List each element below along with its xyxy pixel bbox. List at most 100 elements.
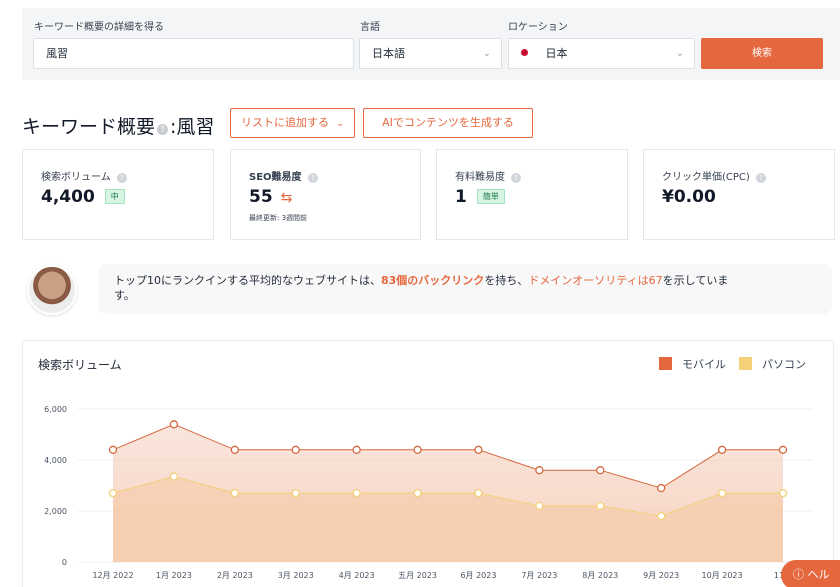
data-point-desktop: [657, 511, 666, 521]
search-volume-label-text: 検索ボリューム: [41, 172, 111, 183]
data-point-desktop: [413, 488, 422, 498]
search-volume-value: 4,400: [41, 187, 95, 207]
y-tick-label: 0: [62, 558, 67, 567]
page-title: キーワード概要?:風習: [22, 112, 214, 139]
search-button[interactable]: 検索: [701, 38, 823, 69]
language-select-value: 日本語: [372, 47, 405, 60]
chevron-down-icon: ⌄: [675, 48, 684, 59]
keyword-search-panel: キーワード概要の詳細を得る 言語 ロケーション 風習 日本語 ⌄ 日本 ⌄ 検索: [22, 8, 840, 80]
help-button[interactable]: ⓘ ヘル: [781, 560, 840, 587]
data-point-desktop: [352, 488, 361, 498]
data-point-mobile: [108, 445, 118, 454]
cpc-label: クリック単価(CPC)?: [662, 168, 766, 183]
y-tick-label: 2,000: [44, 507, 67, 516]
help-icon[interactable]: ?: [157, 124, 169, 135]
location-select[interactable]: 日本 ⌄: [508, 38, 695, 69]
data-point-mobile: [291, 445, 300, 454]
data-point-mobile: [413, 445, 422, 454]
keyword-input[interactable]: 風習: [33, 38, 354, 69]
data-point-desktop: [535, 501, 544, 511]
seo-difficulty-label-text: SEO難易度: [249, 172, 302, 183]
location-label: ロケーション: [508, 22, 568, 33]
page-title-keyword: 風習: [176, 116, 215, 138]
keyword-input-value: 風習: [46, 47, 68, 60]
x-tick-label: 2月 2023: [217, 571, 253, 580]
japan-flag-icon: [521, 49, 528, 56]
x-tick-label: 9月 2023: [643, 571, 679, 580]
x-tick-label: 7月 2023: [521, 571, 557, 580]
y-tick-label: 6,000: [44, 405, 67, 414]
search-volume-card: 検索ボリューム? 4,400 中: [22, 149, 214, 240]
data-point-desktop: [230, 488, 239, 498]
data-point-desktop: [291, 488, 300, 498]
help-icon[interactable]: ?: [116, 173, 127, 183]
x-tick-label: 4月 2023: [339, 571, 375, 580]
x-tick-label: 6月 2023: [460, 571, 496, 580]
data-point-desktop: [778, 488, 788, 498]
paid-difficulty-value: 1: [455, 187, 467, 207]
data-point-desktop: [596, 501, 605, 511]
backlinks-link[interactable]: 83個のバックリンク: [381, 274, 484, 287]
x-tick-label: 3月 2023: [278, 571, 314, 580]
x-tick-label: 8月 2023: [582, 571, 618, 580]
domain-authority-link[interactable]: ドメインオーソリティは67: [528, 274, 662, 287]
search-volume-chart: 0 2,000 4,000 6,000 12月 2022 1月 2023 2月 2023 3月…: [44, 405, 813, 580]
insight-text-2: を持ち、: [484, 274, 529, 287]
insight-message: トップ10にランクインする平均的なウェブサイトは、83個のバックリンクを持ち、ド…: [98, 264, 832, 314]
help-icon[interactable]: ?: [511, 173, 521, 183]
status-badge: 中: [104, 189, 125, 204]
language-select[interactable]: 日本語 ⌄: [359, 38, 502, 69]
insight-text-3: を示していま: [662, 274, 729, 287]
status-badge: 簡単: [476, 189, 505, 204]
cpc-label-text: クリック単価(CPC): [662, 172, 750, 183]
chevron-down-icon: ⌄: [336, 119, 345, 129]
help-icon[interactable]: ?: [755, 173, 766, 183]
seo-difficulty-card: SEO難易度? 55 ⇆ 最終更新: 3週間前: [230, 149, 421, 240]
last-updated-text: 最終更新: 3週間前: [249, 214, 308, 222]
data-point-mobile: [535, 466, 544, 475]
avatar: [27, 265, 77, 315]
data-point-mobile: [352, 445, 361, 454]
x-tick-label: 12月 2022: [92, 571, 133, 580]
page-title-prefix: キーワード概要: [22, 116, 156, 138]
question-icon: ⓘ: [793, 568, 804, 581]
paid-difficulty-label-text: 有料難易度: [455, 172, 505, 183]
data-point-mobile: [474, 445, 483, 454]
insight-text-4: す。: [114, 289, 135, 302]
data-point-mobile: [657, 483, 666, 493]
search-volume-value-row: 4,400 中: [41, 187, 125, 207]
data-point-mobile: [169, 420, 179, 429]
data-point-mobile: [596, 466, 605, 475]
insight-text-1: トップ10にランクインする平均的なウェブサイトは、: [114, 274, 381, 287]
cpc-value: ¥0.00: [662, 187, 716, 207]
help-button-label: ヘル: [807, 568, 830, 581]
keyword-label: キーワード概要の詳細を得る: [34, 22, 164, 33]
refresh-icon[interactable]: ⇆: [281, 190, 293, 206]
data-point-desktop: [717, 488, 727, 498]
location-select-value: 日本: [545, 47, 568, 60]
search-volume-label: 検索ボリューム?: [41, 168, 127, 183]
data-point-mobile: [778, 445, 788, 454]
cpc-card: クリック単価(CPC)? ¥0.00: [643, 149, 835, 240]
seo-difficulty-value-row: 55 ⇆: [249, 187, 292, 207]
seo-difficulty-label: SEO難易度?: [249, 168, 318, 183]
help-icon[interactable]: ?: [307, 173, 318, 183]
data-point-desktop: [108, 488, 118, 498]
seo-difficulty-value: 55: [249, 187, 273, 207]
paid-difficulty-card: 有料難易度? 1 簡単: [436, 149, 628, 240]
x-tick-label: 1月 2023: [156, 571, 192, 580]
paid-difficulty-label: 有料難易度?: [455, 168, 521, 183]
language-label: 言語: [360, 22, 380, 33]
paid-difficulty-value-row: 1 簡単: [455, 187, 505, 207]
ai-generate-content-button[interactable]: AIでコンテンツを生成する: [363, 108, 533, 138]
add-to-list-button[interactable]: リストに追加する ⌄: [230, 108, 356, 138]
add-to-list-label: リストに追加する: [241, 116, 329, 129]
data-point-mobile: [230, 445, 239, 454]
data-point-desktop: [474, 488, 483, 498]
x-tick-label: 10月 2023: [702, 571, 743, 580]
data-point-mobile: [717, 445, 727, 454]
x-tick-label: 五月 2023: [398, 571, 437, 580]
y-tick-label: 4,000: [44, 456, 67, 465]
chevron-down-icon: ⌄: [482, 48, 491, 59]
data-point-desktop: [169, 472, 179, 481]
